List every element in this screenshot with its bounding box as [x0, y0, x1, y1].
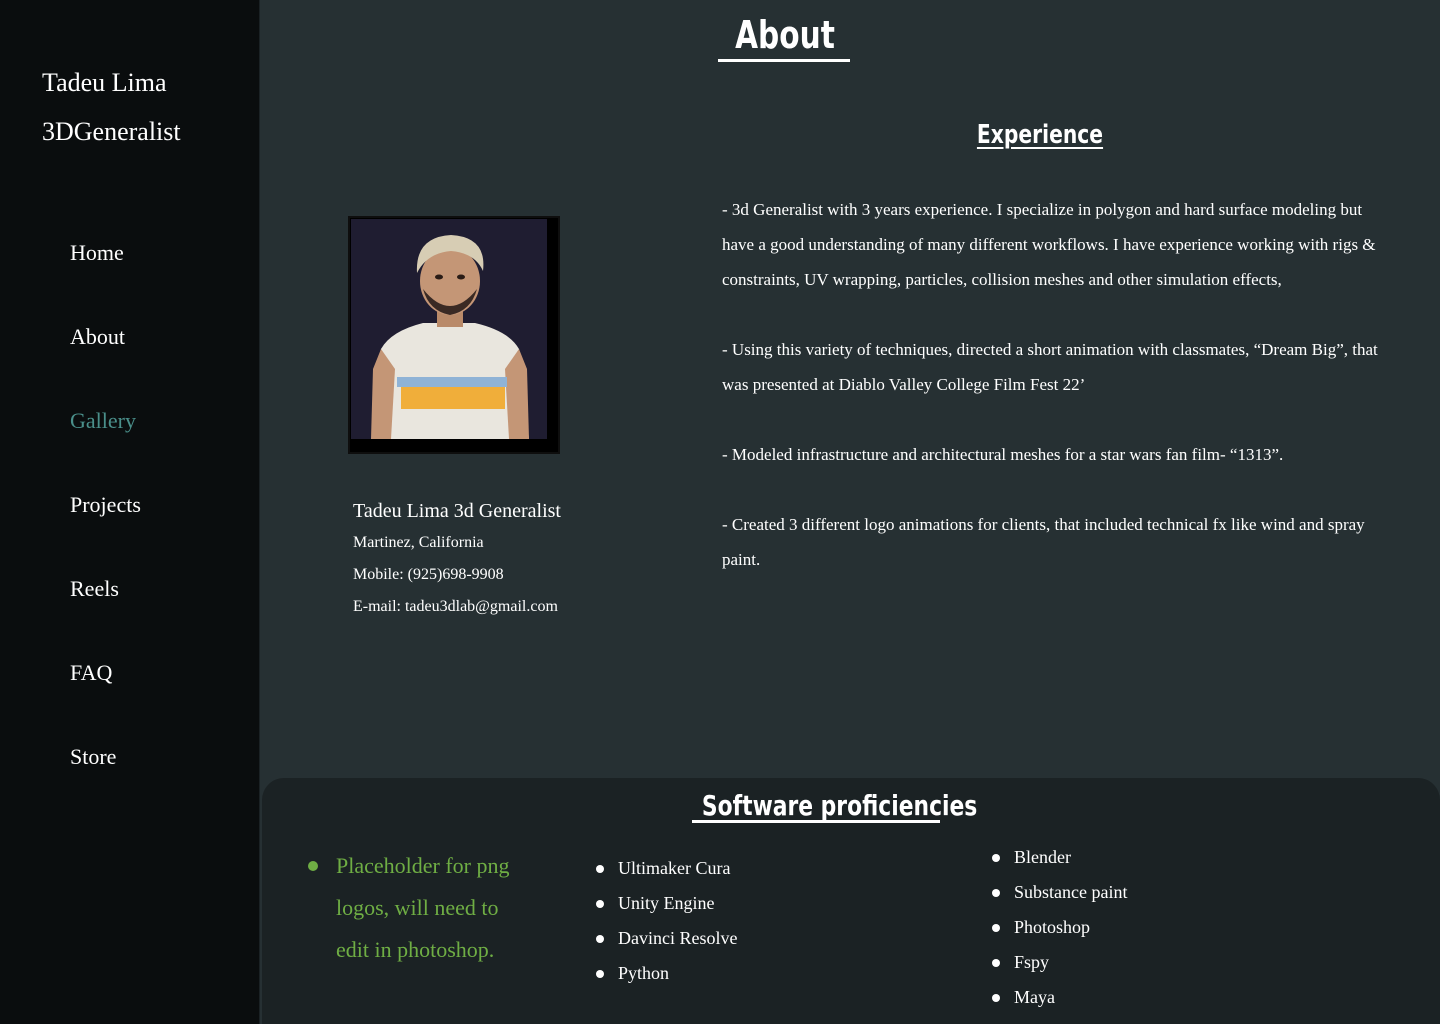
profile-location: Martinez, California — [353, 534, 484, 551]
software-item: Ultimaker Cura — [594, 853, 737, 888]
experience-paragraph: - 3d Generalist with 3 years experience.… — [722, 200, 1376, 289]
bullet-icon — [596, 900, 604, 908]
software-item: Python — [594, 958, 737, 993]
profile-photo-frame — [348, 216, 560, 454]
brand-name: Tadeu Lima — [42, 68, 167, 97]
nav-item-gallery[interactable]: Gallery — [70, 402, 141, 486]
software-item-label: Substance paint — [1014, 882, 1128, 902]
logo-placeholder-text: Placeholder for png logos, will need to … — [336, 853, 510, 962]
page-title-underline — [718, 59, 850, 62]
nav-item-home[interactable]: Home — [70, 234, 141, 318]
experience-text: - 3d Generalist with 3 years experience.… — [722, 192, 1388, 612]
profile-name: Tadeu Lima 3d Generalist — [353, 500, 561, 522]
nav-item-faq[interactable]: FAQ — [70, 654, 141, 738]
software-item: Maya — [990, 982, 1127, 1017]
software-item: Substance paint — [990, 877, 1127, 912]
software-item-label: Blender — [1014, 847, 1071, 867]
software-item: Blender — [990, 842, 1127, 877]
software-item-label: Python — [618, 963, 670, 983]
software-item-label: Photoshop — [1014, 917, 1091, 937]
nav-item-projects[interactable]: Projects — [70, 486, 141, 570]
software-list-middle: Ultimaker Cura Unity Engine Davinci Reso… — [594, 853, 737, 993]
bullet-icon — [992, 889, 1000, 897]
software-title-underline — [692, 820, 940, 823]
software-title: Software proficiencies — [701, 789, 978, 822]
bullet-icon — [596, 865, 604, 873]
bullet-icon — [992, 854, 1000, 862]
main-nav: Home About Gallery Projects Reels FAQ St… — [70, 234, 141, 822]
experience-paragraph: - Modeled infrastructure and architectur… — [722, 445, 1284, 464]
software-item: Photoshop — [990, 912, 1127, 947]
software-item-label: Ultimaker Cura — [618, 858, 731, 878]
bullet-icon — [992, 994, 1000, 1002]
nav-item-store[interactable]: Store — [70, 738, 141, 822]
bullet-icon — [992, 959, 1000, 967]
software-list-right: Blender Substance paint Photoshop Fspy M… — [990, 842, 1127, 1017]
software-item-label: Davinci Resolve — [618, 928, 738, 948]
software-item: Fspy — [990, 947, 1127, 982]
page-title: About — [735, 13, 835, 57]
sidebar: Tadeu Lima 3DGeneralist Home About Galle… — [0, 0, 260, 1024]
experience-paragraph: - Created 3 different logo animations fo… — [722, 515, 1365, 569]
profile-email[interactable]: E-mail: tadeu3dlab@gmail.com — [353, 596, 558, 618]
bullet-icon — [596, 935, 604, 943]
software-item-label: Fspy — [1014, 952, 1050, 972]
nav-item-about[interactable]: About — [70, 318, 141, 402]
brand[interactable]: Tadeu Lima 3DGeneralist — [42, 58, 181, 156]
software-item-label: Unity Engine — [618, 893, 715, 913]
software-item-label: Maya — [1014, 987, 1055, 1007]
profile-photo — [351, 219, 547, 439]
software-item: Davinci Resolve — [594, 923, 737, 958]
experience-title: Experience — [976, 120, 1104, 150]
experience-paragraph: - Using this variety of techniques, dire… — [722, 340, 1378, 394]
nav-item-reels[interactable]: Reels — [70, 570, 141, 654]
bullet-icon — [992, 924, 1000, 932]
bullet-icon — [596, 970, 604, 978]
software-item: Unity Engine — [594, 888, 737, 923]
placeholder-bullet — [308, 861, 318, 871]
brand-tagline: 3DGeneralist — [42, 117, 181, 146]
profile-mobile[interactable]: Mobile: (925)698-9908 — [353, 564, 504, 586]
